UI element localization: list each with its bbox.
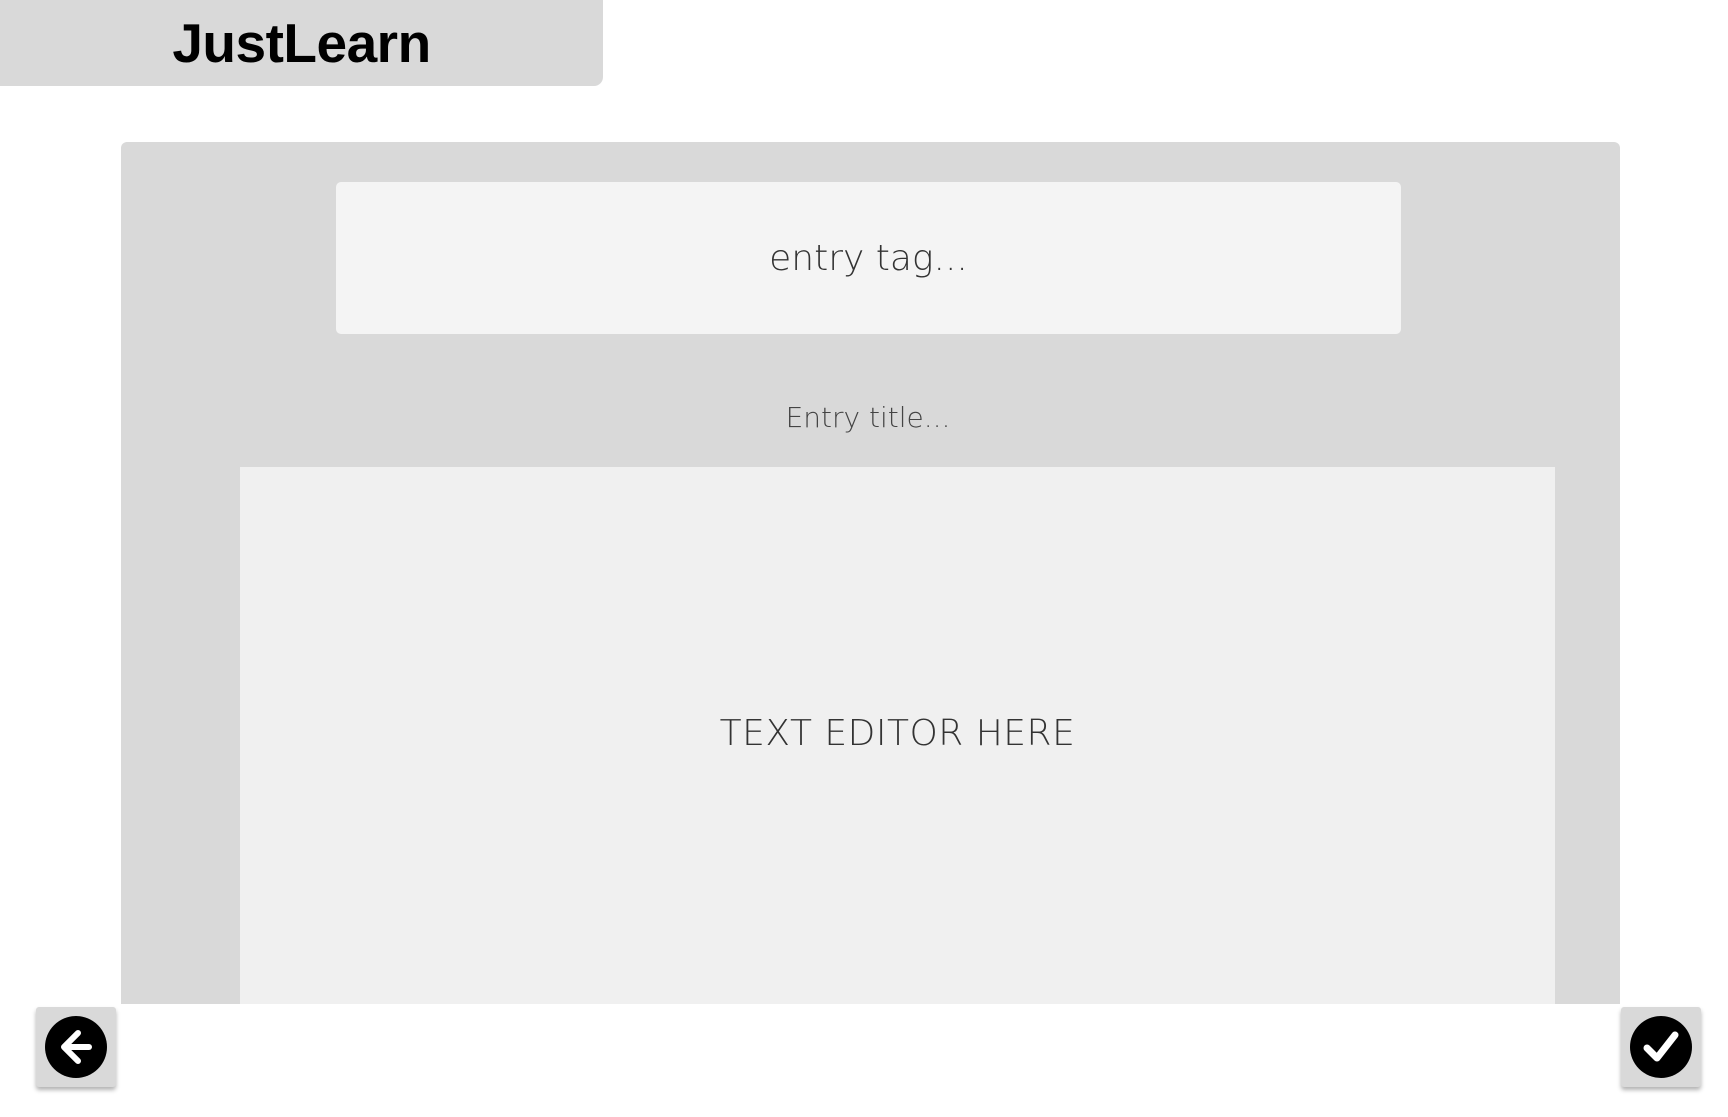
header-logo-bar: JustLearn [0,0,603,86]
text-editor-area[interactable]: TEXT EDITOR HERE [240,467,1555,1004]
entry-title-input[interactable] [640,395,1096,439]
back-button[interactable] [36,1007,116,1087]
entry-tag-input[interactable] [336,182,1401,334]
app-logo: JustLearn [172,12,431,74]
text-editor-placeholder: TEXT EDITOR HERE [719,713,1076,754]
confirm-button[interactable] [1621,1007,1701,1087]
arrow-left-circle-icon [45,1016,107,1078]
check-circle-icon [1630,1016,1692,1078]
